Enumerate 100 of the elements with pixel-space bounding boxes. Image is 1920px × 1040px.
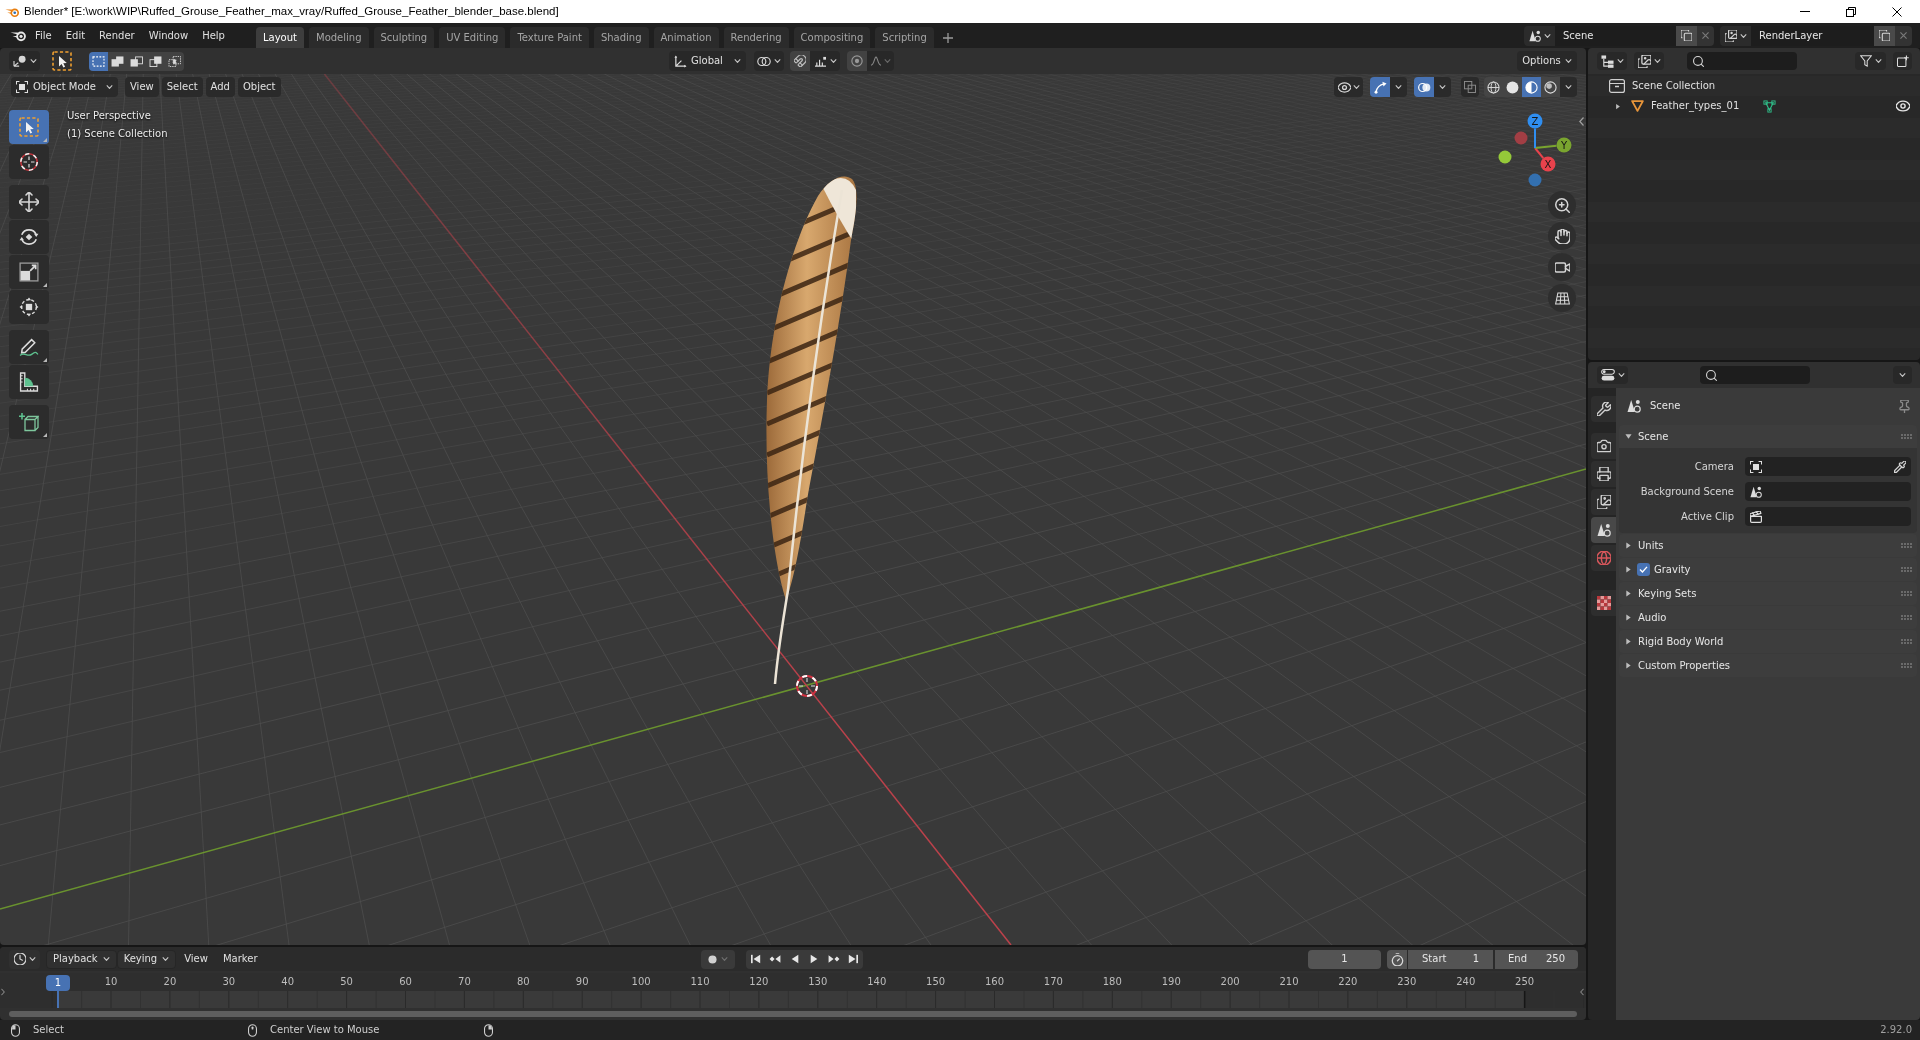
editor-type-button[interactable]: [9, 51, 40, 71]
duplicate-button[interactable]: [1676, 25, 1697, 46]
jump-to-start-button[interactable]: [746, 949, 766, 969]
dropdown-button[interactable]: [1390, 77, 1407, 97]
active-clip-field[interactable]: [1745, 507, 1911, 526]
add-cube-tool[interactable]: [9, 405, 49, 439]
unlink-button[interactable]: [1697, 25, 1714, 46]
render-tab[interactable]: [1591, 433, 1616, 459]
workspace-tab[interactable]: Shading: [593, 27, 649, 48]
shading-dropdown[interactable]: [1560, 77, 1577, 97]
rendered-shading-button[interactable]: [1541, 77, 1560, 97]
texture-tab[interactable]: [1591, 590, 1616, 616]
proportional-editing-toggle[interactable]: [847, 51, 867, 71]
measure-tool[interactable]: [9, 365, 49, 399]
workspace-tab[interactable]: UV Editing: [439, 27, 506, 48]
new-collection-button[interactable]: [1893, 52, 1912, 70]
pivot-dropdown[interactable]: [754, 51, 784, 71]
end-frame-field[interactable]: End 250: [1495, 949, 1578, 969]
axis-ball[interactable]: Y: [1556, 137, 1572, 153]
options-dropdown[interactable]: Options: [1517, 51, 1577, 71]
view-layer-tab[interactable]: [1591, 489, 1616, 515]
menu-dropdown[interactable]: Playback: [46, 949, 117, 969]
unlink-button[interactable]: [1895, 25, 1912, 46]
gizmo-toggle[interactable]: [1370, 77, 1390, 97]
duplicate-button[interactable]: [1874, 25, 1895, 46]
timeline-scrollbar[interactable]: [9, 1011, 1577, 1017]
tool-tab[interactable]: [1591, 396, 1616, 422]
transform-tool[interactable]: [9, 290, 49, 324]
solid-shading-button[interactable]: [1503, 77, 1522, 97]
menu-item[interactable]: Marker: [215, 949, 265, 969]
search-field[interactable]: [1700, 366, 1810, 384]
menu-item[interactable]: Help: [195, 25, 232, 46]
cursor-tool[interactable]: [9, 145, 49, 179]
menu-item[interactable]: View: [177, 949, 215, 969]
menu-item[interactable]: Edit: [58, 25, 93, 46]
move-tool[interactable]: [9, 185, 49, 219]
menu-item[interactable]: View: [125, 77, 159, 97]
start-frame-field[interactable]: Start 1: [1408, 949, 1493, 969]
snap-target-dropdown[interactable]: [810, 51, 840, 71]
auto-keying-button[interactable]: [701, 949, 735, 969]
background-scene-field[interactable]: [1745, 482, 1911, 501]
editor-type-button[interactable]: [9, 949, 40, 969]
visibility-dropdown[interactable]: [1334, 77, 1363, 97]
workspace-tab[interactable]: Texture Paint: [510, 27, 589, 48]
workspace-tab[interactable]: Compositing: [793, 27, 871, 48]
menu-item[interactable]: Object: [237, 77, 281, 97]
checkbox[interactable]: [1637, 563, 1650, 576]
axis-ball[interactable]: Z: [1527, 113, 1543, 129]
scene-tab[interactable]: [1591, 517, 1616, 543]
xray-toggle[interactable]: [1461, 77, 1479, 97]
perspective-toggle[interactable]: [1548, 284, 1576, 312]
axis-ball[interactable]: X: [1540, 156, 1556, 172]
dropdown-button[interactable]: [1434, 77, 1451, 97]
output-tab[interactable]: [1591, 461, 1616, 487]
select-box-tool[interactable]: [9, 110, 49, 144]
mode-dropdown[interactable]: Object Mode: [11, 77, 118, 97]
rotate-tool[interactable]: [9, 220, 49, 254]
zoom-button[interactable]: [1548, 191, 1576, 219]
jump-to-end-button[interactable]: [843, 949, 863, 969]
menu-item[interactable]: Render: [92, 25, 142, 46]
pan-button[interactable]: [1548, 222, 1576, 250]
workspace-tab[interactable]: Rendering: [723, 27, 789, 48]
workspace-tab[interactable]: Animation: [653, 27, 719, 48]
selection-mode-button[interactable]: [165, 51, 184, 71]
playhead[interactable]: 1: [46, 975, 70, 1008]
current-frame-field[interactable]: 1: [1308, 949, 1381, 969]
orientation-dropdown[interactable]: Global: [669, 51, 746, 71]
material-shading-button[interactable]: [1522, 77, 1541, 97]
menu-item[interactable]: File: [28, 25, 59, 46]
pin-button[interactable]: [1896, 398, 1912, 414]
menu-item[interactable]: Window: [141, 25, 196, 46]
falloff-dropdown[interactable]: [867, 51, 894, 71]
snap-toggle[interactable]: [790, 51, 810, 71]
workspace-tab[interactable]: Layout: [256, 27, 304, 48]
scale-tool[interactable]: [9, 255, 49, 289]
scene-browse-button[interactable]: [1524, 25, 1555, 46]
overlays-toggle[interactable]: [1414, 77, 1434, 97]
visibility-toggle[interactable]: [1895, 99, 1910, 113]
selection-mode-button[interactable]: [146, 51, 165, 71]
menu-item[interactable]: Add: [205, 77, 235, 97]
search-field[interactable]: [1687, 52, 1797, 70]
options-dropdown[interactable]: [1893, 366, 1912, 384]
workspace-tab[interactable]: Modeling: [309, 27, 369, 48]
selection-mode-button[interactable]: [108, 51, 127, 71]
workspace-tab[interactable]: Sculpting: [373, 27, 435, 48]
camera-view-button[interactable]: [1548, 253, 1576, 281]
annotate-tool[interactable]: [9, 330, 49, 364]
selection-mode-button[interactable]: [127, 51, 146, 71]
view-layer-browse-button[interactable]: [1720, 25, 1751, 46]
wireframe-shading-button[interactable]: [1484, 77, 1503, 97]
display-mode-dropdown[interactable]: [1597, 52, 1627, 70]
workspace-tab[interactable]: Scripting: [875, 27, 934, 48]
selection-mode-button[interactable]: [89, 51, 108, 71]
menu-dropdown[interactable]: Keying: [116, 949, 177, 969]
view-layer-dropdown[interactable]: [1634, 52, 1664, 70]
filter-dropdown[interactable]: [1855, 52, 1886, 70]
menu-item[interactable]: Select: [161, 77, 203, 97]
axis-ball[interactable]: [1498, 150, 1512, 164]
camera-field[interactable]: [1745, 457, 1911, 476]
editor-type-button[interactable]: [1597, 366, 1628, 384]
